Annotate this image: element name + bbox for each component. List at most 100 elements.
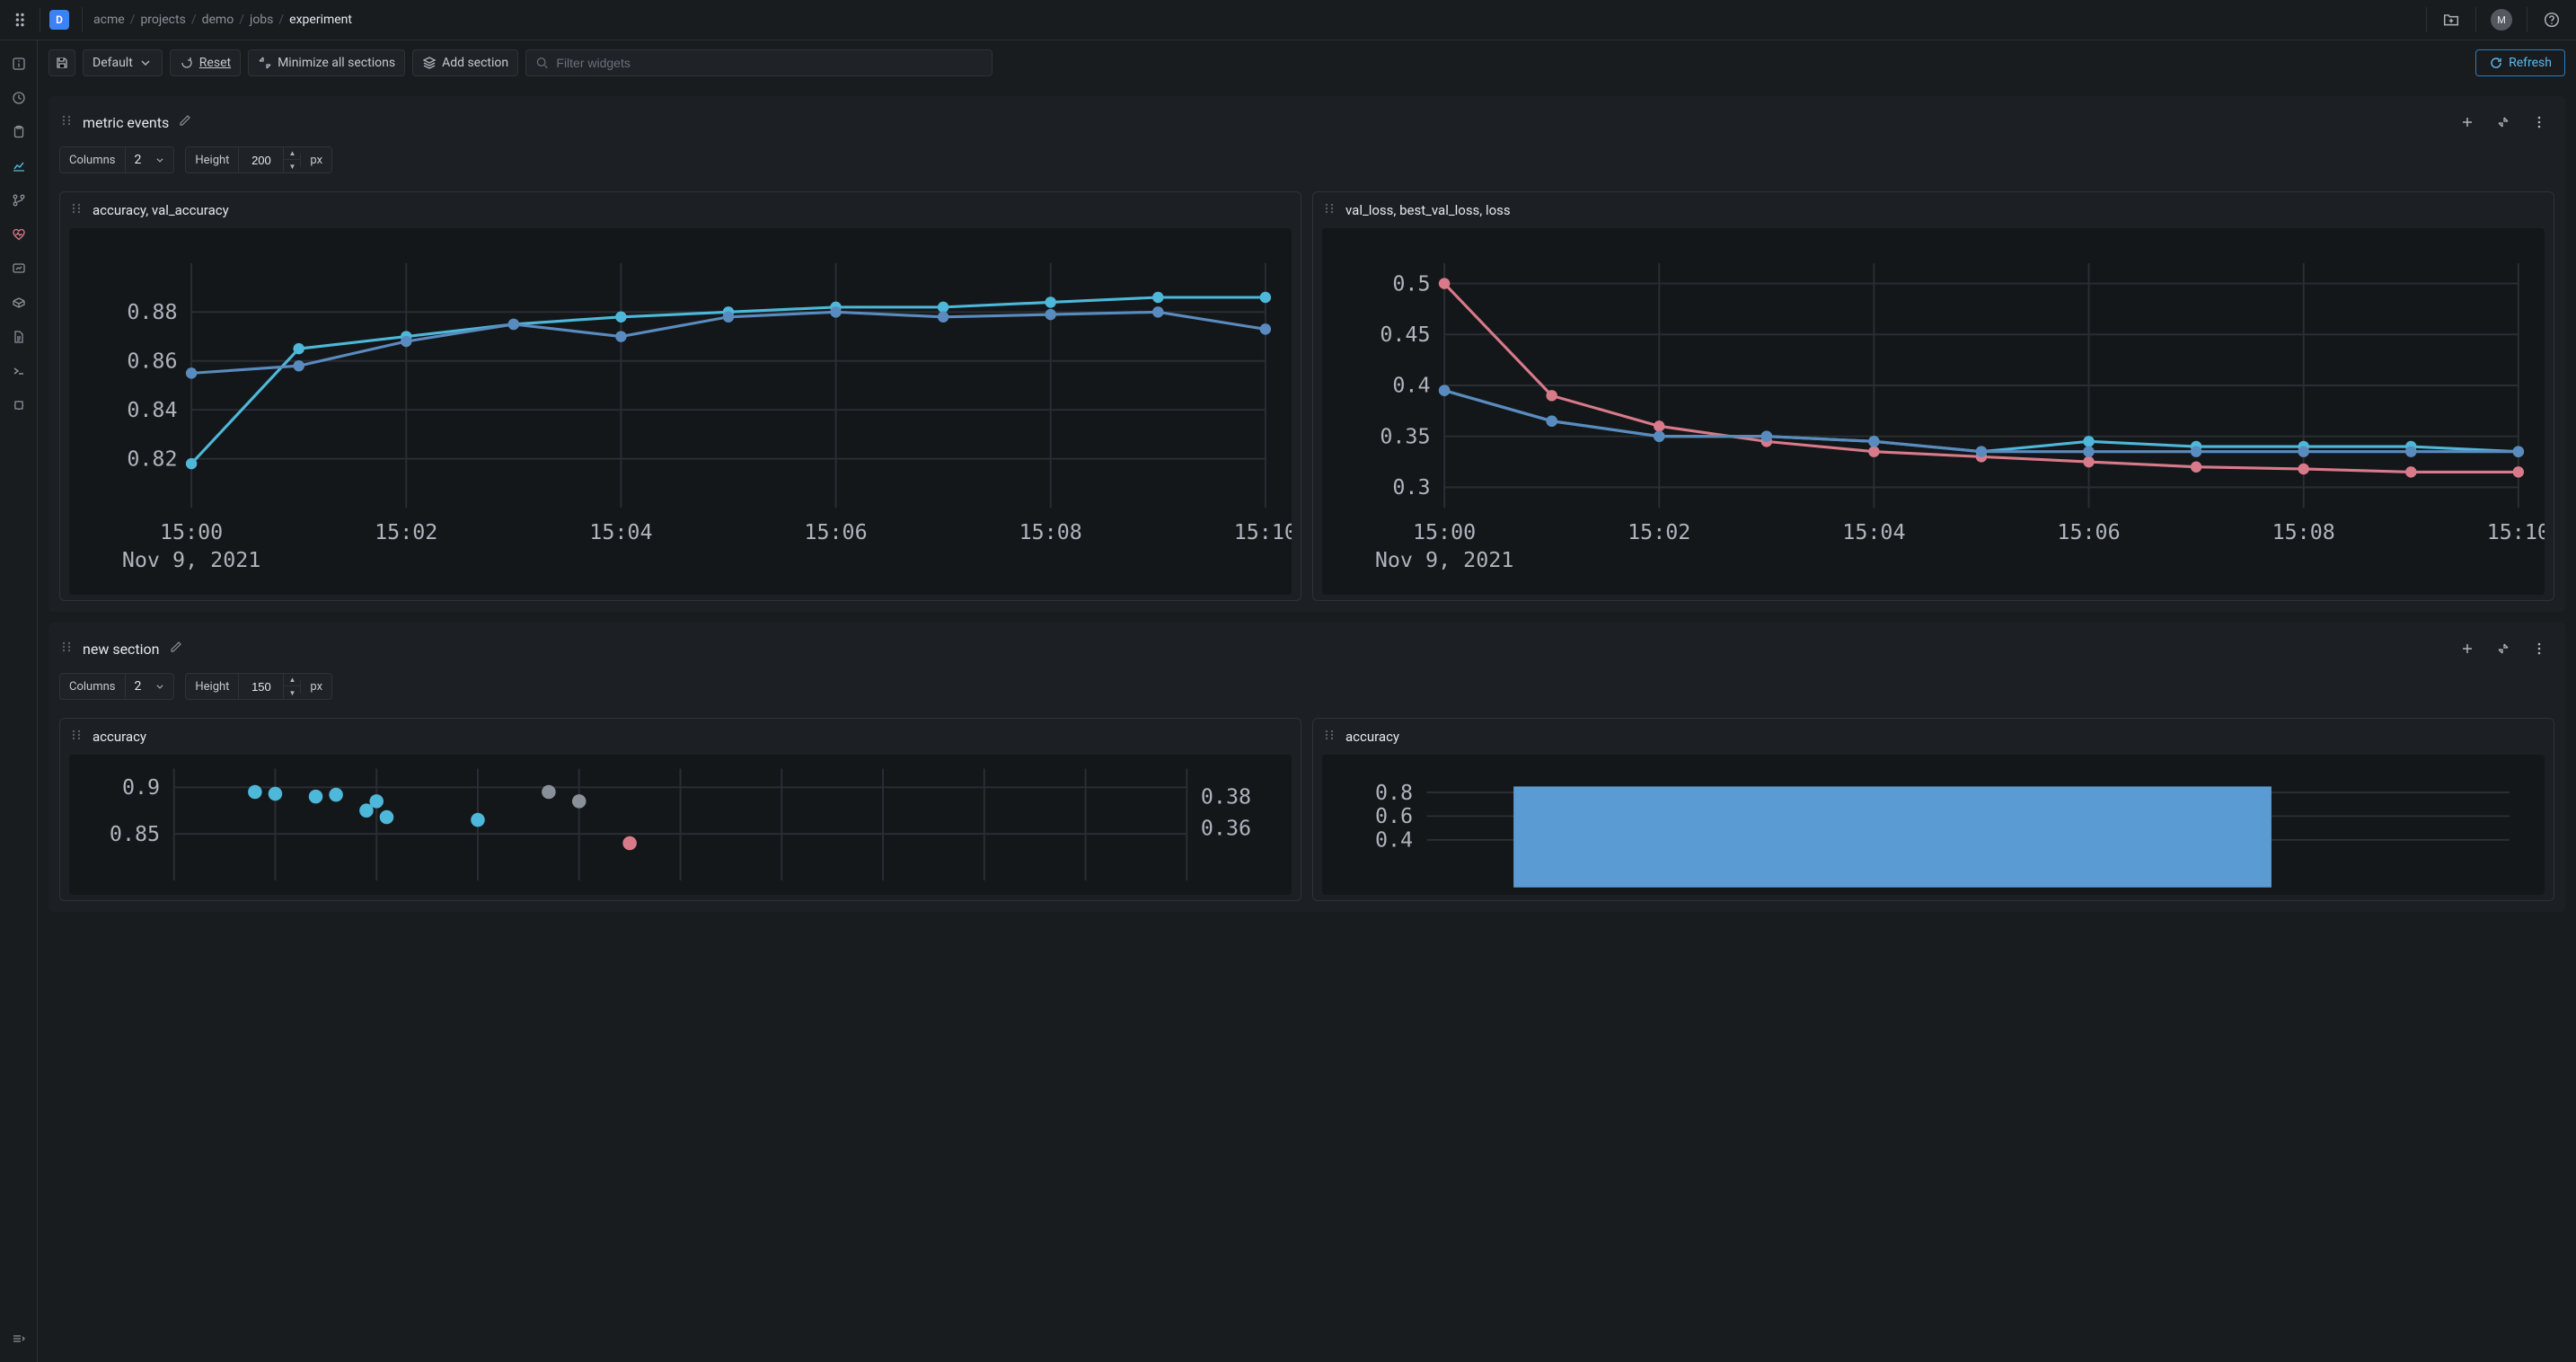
svg-text:15:10: 15:10 [1234,519,1292,544]
chart-loss[interactable]: 0.30.350.40.450.515:0015:0215:0415:0615:… [1322,228,2545,595]
step-down[interactable]: ▼ [284,686,300,700]
chart-scatter[interactable]: 0.850.90.380.36 [69,755,1292,895]
svg-text:0.4: 0.4 [1375,827,1413,853]
section-menu-button[interactable] [2524,107,2554,137]
add-widget-button[interactable] [2452,633,2483,664]
drag-handle-icon[interactable] [59,640,74,658]
refresh-button[interactable]: Refresh [2475,49,2565,76]
collapse-section-button[interactable] [2488,107,2519,137]
minimize-label: Minimize all sections [278,56,395,70]
widget-title: val_loss, best_val_loss, loss [1345,202,1511,218]
sidebar-item-clipboard[interactable] [4,118,33,146]
widget-accuracy-bar: accuracy 0.40.60.8 [1312,718,2554,901]
sidebar-item-terminal[interactable] [4,357,33,385]
chart-bar[interactable]: 0.40.60.8 [1322,755,2545,895]
svg-text:0.82: 0.82 [127,446,177,471]
sidebar-item-slides[interactable] [4,254,33,283]
section-menu-button[interactable] [2524,633,2554,664]
svg-text:0.88: 0.88 [127,299,177,324]
widget-title: accuracy [1345,729,1399,745]
topbar: D acme / projects / demo / jobs / experi… [0,0,2576,40]
reset-label: Reset [199,56,231,70]
sidebar-item-model[interactable] [4,288,33,317]
sidebar-item-file[interactable] [4,323,33,351]
drag-handle-icon[interactable] [69,728,84,746]
edit-section-button[interactable] [178,113,192,131]
app-badge[interactable]: D [49,10,69,30]
columns-select[interactable]: 2 [125,674,174,699]
dashboard-toolbar: Default Reset Minimize all sections Add … [49,40,2565,85]
edit-section-button[interactable] [169,640,183,658]
svg-text:Nov 9, 2021: Nov 9, 2021 [122,547,261,572]
svg-text:15:06: 15:06 [2057,519,2120,544]
grid-menu-icon [14,12,31,28]
step-up[interactable]: ▲ [284,673,300,686]
app-menu-button[interactable] [9,6,36,33]
step-down[interactable]: ▼ [284,160,300,173]
section-metric-events: metric events Columns 2 [49,96,2565,612]
step-up[interactable]: ▲ [284,146,300,160]
pencil-icon [178,113,192,128]
save-icon [55,56,69,70]
chevron-down-icon [155,153,164,167]
columns-label: Columns [60,680,125,694]
avatar[interactable]: M [2491,9,2512,31]
svg-text:0.86: 0.86 [127,349,177,374]
svg-text:0.8: 0.8 [1375,780,1413,805]
drag-handle-icon[interactable] [69,201,84,219]
plus-icon [2460,115,2475,129]
columns-select[interactable]: 2 [125,147,174,172]
collapse-section-button[interactable] [2488,633,2519,664]
svg-text:15:04: 15:04 [589,519,652,544]
file-icon [12,330,26,344]
chart-accuracy[interactable]: 0.820.840.860.8815:0015:0215:0415:0615:0… [69,228,1292,595]
expand-icon [12,1331,26,1346]
layers-icon [422,56,437,70]
crumb-projects[interactable]: projects [140,13,185,27]
crumb-experiment[interactable]: experiment [289,13,352,27]
svg-text:0.36: 0.36 [1201,816,1251,841]
height-input[interactable] [238,147,283,172]
sidebar-item-branch[interactable] [4,186,33,215]
minimize-all-button[interactable]: Minimize all sections [248,49,405,76]
layout-select[interactable]: Default [83,49,163,76]
widget-title: accuracy [93,729,146,745]
height-stepper[interactable]: ▲▼ [283,673,300,700]
svg-text:15:04: 15:04 [1842,519,1905,544]
height-stepper[interactable]: ▲▼ [283,146,300,173]
presentation-icon [12,261,26,276]
filter-widgets-search[interactable] [525,49,992,76]
crumb-jobs[interactable]: jobs [250,13,273,27]
crumb-acme[interactable]: acme [93,13,125,27]
svg-text:15:00: 15:00 [1413,519,1476,544]
chart-icon [12,159,26,173]
add-section-button[interactable]: Add section [412,49,518,76]
sidebar-item-info[interactable] [4,49,33,78]
sidebar-expand-button[interactable] [4,1324,33,1353]
svg-text:15:02: 15:02 [375,519,437,544]
crumb-demo[interactable]: demo [202,13,234,27]
drag-handle-icon[interactable] [59,113,74,131]
divider [82,7,83,32]
search-icon [535,56,549,70]
drag-handle-icon[interactable] [1322,728,1337,746]
more-vertical-icon [2532,115,2546,129]
height-input[interactable] [238,674,283,699]
svg-text:0.5: 0.5 [1392,270,1430,296]
reset-button[interactable]: Reset [170,49,241,76]
sidebar-item-charts[interactable] [4,152,33,181]
svg-text:0.45: 0.45 [1380,322,1430,347]
add-widget-button[interactable] [2452,107,2483,137]
sidebar-item-puzzle[interactable] [4,391,33,420]
shrink-icon [2496,115,2510,129]
save-layout-button[interactable] [49,49,75,76]
filter-input[interactable] [556,56,983,70]
svg-text:15:00: 15:00 [160,519,223,544]
drag-handle-icon[interactable] [1322,201,1337,219]
svg-text:15:10: 15:10 [2487,519,2545,544]
help-button[interactable] [2536,4,2567,35]
sidebar-item-health[interactable] [4,220,33,249]
svg-text:0.85: 0.85 [110,821,160,846]
folder-button[interactable] [2436,4,2466,35]
sidebar-item-activity[interactable] [4,84,33,112]
